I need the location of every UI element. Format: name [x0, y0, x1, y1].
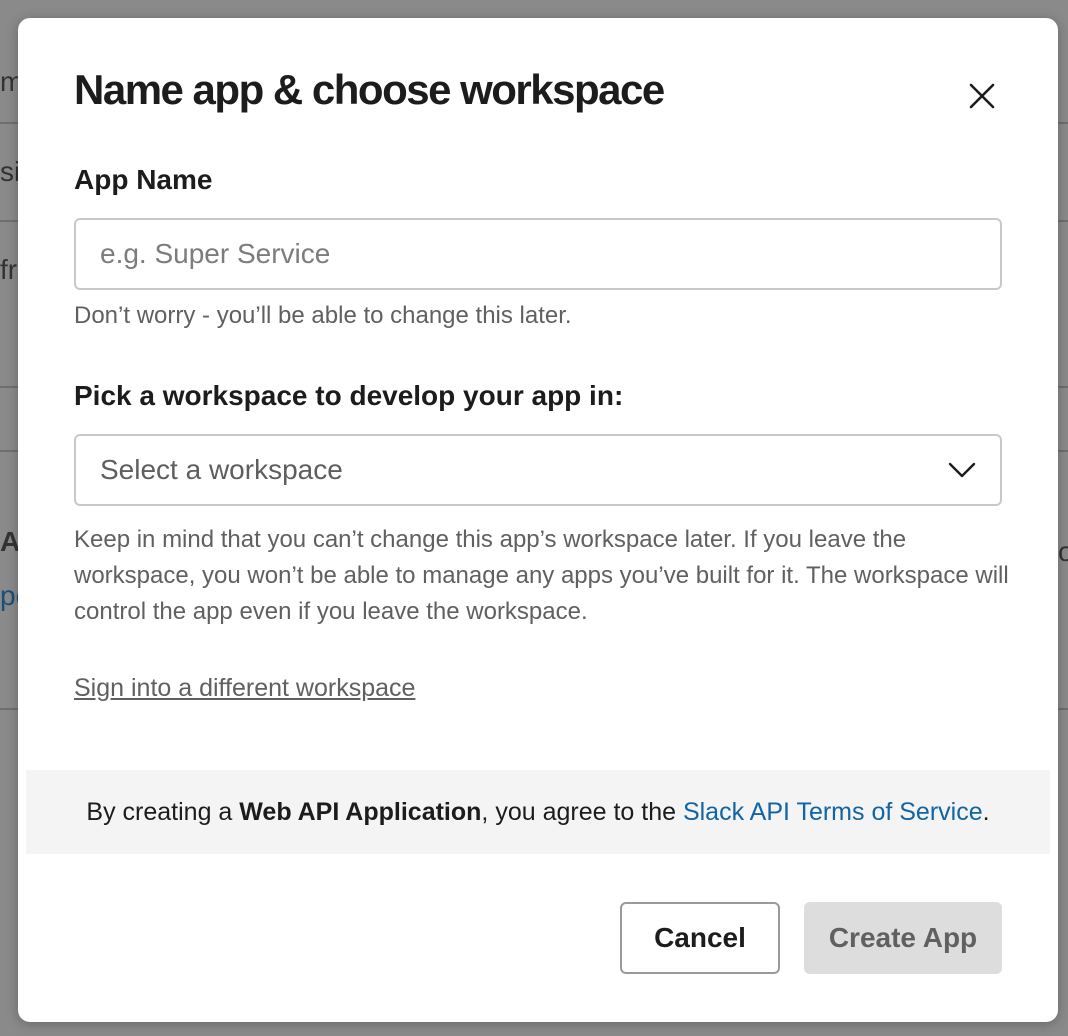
terms-prefix: By creating a [86, 797, 240, 826]
terms-suffix: . [982, 797, 990, 826]
workspace-label: Pick a workspace to develop your app in: [74, 380, 624, 411]
terms-app-type: Web API Application [239, 797, 482, 826]
background-text: o [1058, 536, 1068, 567]
modal-title: Name app & choose workspace [74, 66, 665, 113]
app-name-label: App Name [74, 164, 213, 195]
close-button[interactable] [964, 78, 1000, 114]
workspace-select[interactable]: Select a workspace [74, 434, 1002, 506]
close-icon [969, 83, 995, 109]
workspace-select-value: Select a workspace [100, 454, 343, 485]
sign-in-different-workspace-link[interactable]: Sign into a different workspace [74, 674, 415, 703]
app-name-input[interactable] [74, 218, 1002, 290]
chevron-down-icon [948, 462, 976, 478]
cancel-button[interactable]: Cancel [620, 902, 780, 974]
background-text: fr [0, 254, 18, 285]
app-name-hint: Don’t worry - you’ll be able to change t… [74, 302, 572, 329]
terms-of-service-link[interactable]: Slack API Terms of Service [683, 798, 983, 827]
create-app-button[interactable]: Create App [804, 902, 1002, 974]
workspace-hint: Keep in mind that you can’t change this … [74, 526, 1009, 625]
terms-notice: By creating a Web API Application , you … [26, 770, 1050, 854]
create-app-modal: Name app & choose workspace App Name Don… [18, 18, 1058, 1022]
terms-middle: , you agree to the [481, 797, 683, 826]
